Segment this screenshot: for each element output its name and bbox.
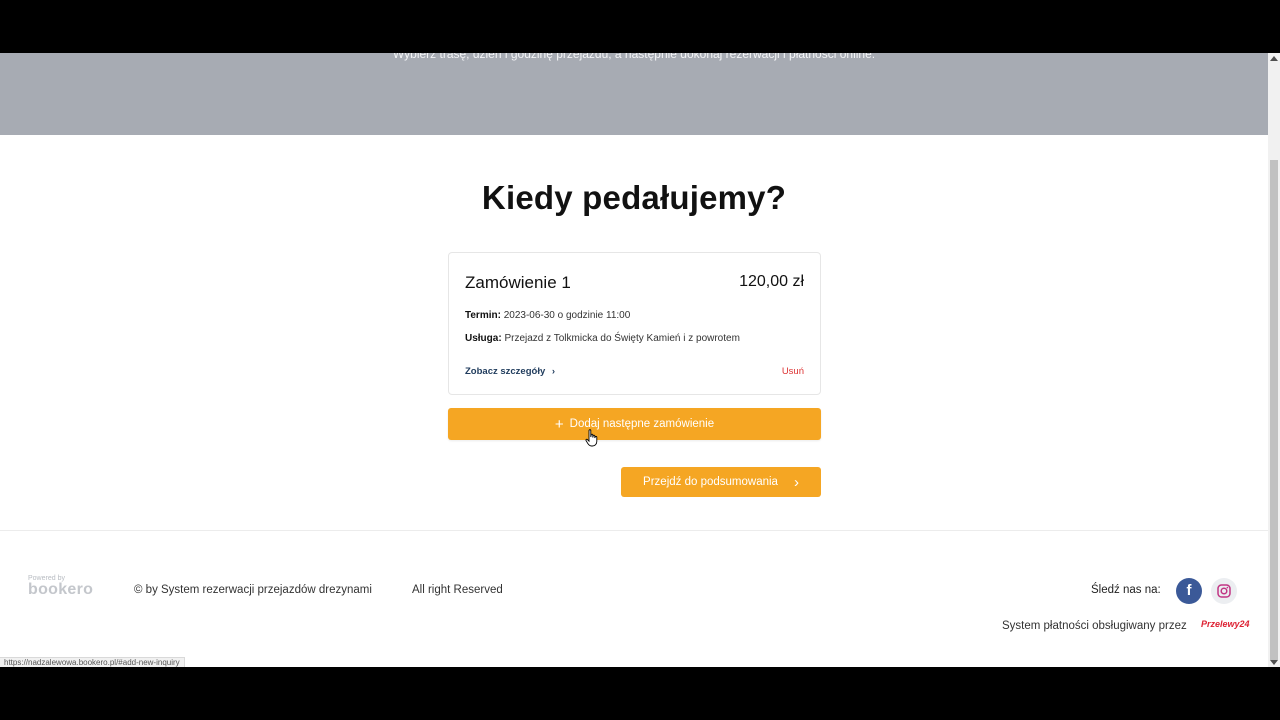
video-letterbox-bottom	[0, 667, 1280, 720]
order-title: Zamówienie 1	[465, 273, 571, 292]
browser-viewport: Wybierz trasę, dzień i godzinę przejazdu…	[0, 53, 1268, 667]
browser-status-url: https://nadzalewowa.bookero.pl/#add-new-…	[0, 657, 185, 667]
hero-banner: Wybierz trasę, dzień i godzinę przejazdu…	[0, 53, 1268, 135]
bookero-logo: bookero	[28, 581, 94, 598]
order-price: 120,00 zł	[739, 273, 804, 290]
hero-subtitle: Wybierz trasę, dzień i godzinę przejazdu…	[392, 53, 876, 61]
instagram-icon[interactable]	[1211, 578, 1237, 604]
page-title: Kiedy pedałujemy?	[481, 179, 787, 216]
footer-divider	[0, 530, 1268, 531]
przelewy24-logo: Przelewy24	[1201, 619, 1250, 629]
add-order-button[interactable]: + Dodaj następne zamówienie	[448, 408, 821, 440]
follow-label: Śledź nas na:	[1091, 584, 1161, 596]
scroll-up-arrow-icon[interactable]	[1270, 56, 1278, 61]
payment-provider-label: System płatności obsługiwany przez	[1002, 620, 1187, 632]
footer-rights: All right Reserved	[412, 584, 503, 596]
video-letterbox-top	[0, 0, 1280, 53]
order-term-label: Termin:	[465, 310, 501, 321]
order-service-value: Przejazd z Tolkmicka do Święty Kamień i …	[504, 333, 740, 344]
order-remove-link[interactable]: Usuń	[782, 366, 804, 377]
order-term-value: 2023-06-30 o godzinie 11:00	[503, 310, 631, 321]
hand-cursor-icon	[585, 429, 598, 447]
order-details-link[interactable]: Zobacz szczegóły ›	[465, 366, 555, 377]
scrollbar-thumb[interactable]	[1270, 160, 1278, 660]
order-card: Zamówienie 1 120,00 zł Termin: 2023-06-3…	[448, 252, 821, 395]
order-service: Usługa: Przejazd z Tolkmicka do Święty K…	[465, 333, 740, 344]
order-service-label: Usługa:	[465, 333, 502, 344]
order-details-label: Zobacz szczegóły	[465, 366, 546, 377]
powered-by-bookero[interactable]: Powered by bookero	[28, 575, 93, 598]
scroll-down-arrow-icon[interactable]	[1270, 660, 1278, 665]
footer-copyright: © by System rezerwacji przejazdów drezyn…	[134, 584, 372, 596]
plus-icon: +	[554, 415, 564, 433]
go-to-summary-label: Przejdź do podsumowania	[643, 476, 778, 488]
order-term: Termin: 2023-06-30 o godzinie 11:00	[465, 310, 630, 321]
go-to-summary-button[interactable]: Przejdź do podsumowania ›	[621, 467, 821, 497]
instagram-glyph	[1217, 584, 1231, 598]
chevron-right-icon: ›	[793, 473, 799, 491]
chevron-right-icon: ›	[551, 366, 556, 377]
facebook-icon[interactable]: f	[1176, 578, 1202, 604]
